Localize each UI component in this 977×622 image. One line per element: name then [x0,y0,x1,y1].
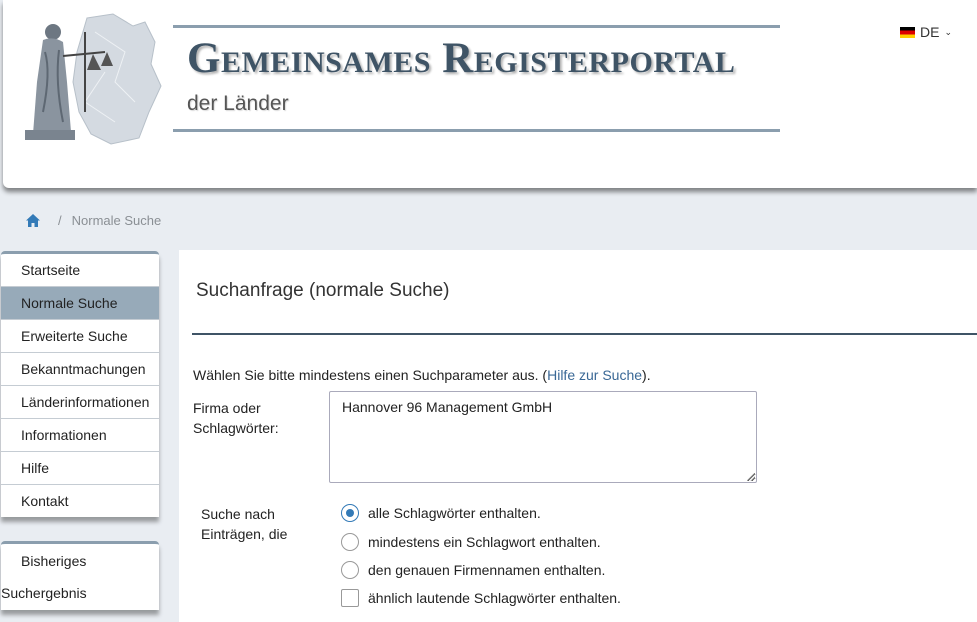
sidebar-item-erweiterte-suche[interactable]: Erweiterte Suche [1,320,159,353]
search-panel: Suchanfrage (normale Suche) Wählen Sie b… [179,250,977,622]
option-exact-name[interactable]: den genauen Firmennamen enthalten. [341,561,605,579]
help-link[interactable]: Hilfe zur Suche [547,367,642,383]
search-hint: Wählen Sie bitte mindestens einen Suchpa… [193,367,651,383]
sidebar-item-bekanntmachungen[interactable]: Bekanntmachungen [1,353,159,386]
justitia-logo[interactable] [15,12,165,146]
resize-handle[interactable] [747,473,755,481]
page-title: Suchanfrage (normale Suche) [196,280,450,301]
option-all-keywords-label: alle Schlagwörter enthalten. [368,505,541,521]
sidebar-item-kontakt[interactable]: Kontakt [1,485,159,517]
radio-exact-name[interactable] [341,561,359,579]
sidebar-item-bisheriges-suchergebnis[interactable]: Bisheriges Suchergebnis [1,541,159,610]
search-mode-label: Suche nach Einträgen, die [201,506,288,542]
title-divider [192,333,977,335]
sidebar-item-normale-suche[interactable]: Normale Suche [1,287,159,320]
breadcrumb-separator: / [58,213,62,228]
language-selector[interactable]: DE ⌄ [900,24,952,40]
site-subtitle: der Länder [187,92,289,115]
title-block: Gemeinsames Registerportal der Länder [173,25,780,132]
home-icon[interactable] [26,214,40,227]
option-all-keywords[interactable]: alle Schlagwörter enthalten. [341,504,541,522]
option-at-least-one[interactable]: mindestens ein Schlagwort enthalten. [341,533,601,551]
option-similar-label: ähnlich lautende Schlagwörter enthalten. [368,590,621,606]
hint-prefix: Wählen Sie bitte mindestens einen Suchpa… [193,367,548,383]
firma-input[interactable]: Hannover 96 Management GmbH [329,391,757,483]
sidebar-item-laenderinformationen[interactable]: Länderinformationen [1,386,159,419]
language-code: DE [920,24,940,40]
sidebar-item-startseite[interactable]: Startseite [1,254,159,287]
radio-all-keywords[interactable] [341,504,359,522]
sidebar-nav: Startseite Normale Suche Erweiterte Such… [1,251,159,517]
site-title[interactable]: Gemeinsames Registerportal [187,34,735,83]
firma-label: Firma oder Schlagwörter: [193,400,279,436]
sidebar-item-hilfe[interactable]: Hilfe [1,452,159,485]
hint-suffix: ). [642,367,651,383]
radio-at-least-one[interactable] [341,533,359,551]
firma-input-value: Hannover 96 Management GmbH [342,399,553,415]
breadcrumb: / Normale Suche [26,213,161,228]
sidebar-item-informationen[interactable]: Informationen [1,419,159,452]
previous-result-label-line1: Bisheriges [21,553,87,569]
germany-flag-icon [900,26,915,38]
option-similar[interactable]: ähnlich lautende Schlagwörter enthalten. [341,589,621,607]
option-at-least-one-label: mindestens ein Schlagwort enthalten. [368,534,601,550]
option-exact-name-label: den genauen Firmennamen enthalten. [368,562,606,578]
checkbox-similar[interactable] [341,589,359,607]
site-header: Gemeinsames Registerportal der Länder DE… [3,0,977,188]
breadcrumb-current: Normale Suche [71,213,162,228]
previous-result-label-line2: Suchergebnis [1,585,87,601]
chevron-down-icon: ⌄ [944,26,952,37]
